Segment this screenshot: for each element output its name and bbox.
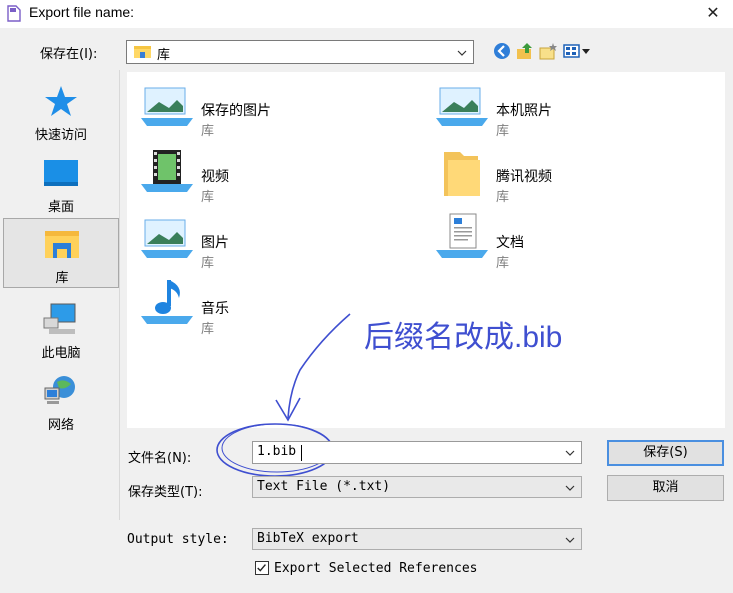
file-type: 库 (201, 124, 215, 139)
output-style-label: Output style: (127, 532, 229, 547)
filename-label: 文件名(N): (128, 451, 192, 466)
file-name: 腾讯视频 (496, 169, 552, 185)
file-type: 库 (496, 190, 510, 205)
close-icon: ✕ (706, 3, 720, 22)
annotation-text: 后缀名改成.bib (364, 321, 563, 354)
file-name: 保存的图片 (201, 103, 271, 119)
filetype-label: 保存类型(T): (128, 485, 203, 500)
export-selected-checkbox[interactable] (255, 561, 269, 575)
filetype-dropdown[interactable]: Text File (*.txt) (252, 476, 582, 498)
desktop-icon (44, 160, 78, 186)
list-item[interactable]: 腾讯视频 库 (426, 142, 706, 205)
chevron-down-icon (565, 537, 575, 543)
list-item[interactable]: 视频 库 (131, 142, 411, 205)
place-network[interactable]: 网络 (3, 366, 119, 436)
file-type: 库 (201, 190, 215, 205)
place-label: 网络 (47, 418, 74, 433)
back-icon[interactable] (492, 41, 512, 61)
library-icon (45, 231, 79, 258)
documents-library-icon (436, 213, 488, 258)
file-type: 库 (201, 256, 215, 271)
chevron-down-icon (457, 50, 467, 56)
place-quick-access[interactable]: 快速访问 (3, 76, 119, 146)
file-name: 视频 (201, 169, 229, 185)
cancel-button[interactable]: 取消 (607, 475, 724, 501)
file-type: 库 (496, 256, 510, 271)
chevron-down-icon[interactable] (565, 448, 575, 458)
view-menu-icon[interactable] (562, 41, 592, 61)
places-bar: 快速访问 桌面 库 此电脑 网络 (3, 70, 120, 520)
pictures-library-icon (141, 87, 193, 126)
output-style-dropdown[interactable]: BibTeX export (252, 528, 582, 550)
file-name: 音乐 (201, 301, 229, 317)
list-item[interactable]: 文档 库 (426, 208, 706, 271)
file-type: 库 (496, 124, 510, 139)
list-item[interactable]: 本机照片 库 (426, 76, 706, 139)
file-name: 图片 (201, 235, 229, 251)
window-title: Export file name: (29, 4, 135, 20)
list-item[interactable]: 图片 库 (131, 208, 411, 271)
place-label: 快速访问 (34, 128, 87, 143)
network-icon (44, 376, 75, 404)
chevron-down-icon (565, 485, 575, 491)
list-item[interactable]: 保存的图片 库 (131, 76, 411, 139)
videos-library-icon (141, 150, 193, 192)
filename-value: 1.bib (257, 444, 297, 459)
pictures-library-icon (436, 87, 488, 126)
up-folder-icon[interactable] (515, 41, 535, 61)
folder-icon (444, 152, 480, 196)
checkmark-icon (257, 564, 266, 572)
app-document-icon (7, 5, 21, 22)
pictures-library-icon (141, 219, 193, 258)
close-button[interactable]: ✕ (703, 4, 723, 22)
new-folder-icon[interactable] (538, 41, 558, 61)
save-in-value: 库 (157, 48, 171, 63)
save-in-dropdown[interactable]: 库 (126, 40, 474, 64)
text-cursor (301, 445, 302, 461)
file-type: 库 (201, 322, 215, 337)
file-list[interactable]: 保存的图片 库 本机照片 库 视频 库 腾讯视频 库 图片 库 文档 库 音乐 … (127, 72, 725, 428)
export-selected-label[interactable]: Export Selected References (274, 561, 478, 576)
place-desktop[interactable]: 桌面 (3, 148, 119, 218)
computer-icon (43, 303, 76, 334)
save-button[interactable]: 保存(S) (607, 440, 724, 466)
library-folder-icon (134, 46, 151, 58)
output-style-value: BibTeX export (257, 531, 359, 546)
place-label: 桌面 (47, 200, 74, 215)
place-label: 此电脑 (41, 346, 81, 361)
place-libraries[interactable]: 库 (3, 218, 119, 288)
file-name: 文档 (496, 235, 524, 251)
filename-input[interactable]: 1.bib (252, 441, 582, 464)
file-name: 本机照片 (496, 103, 552, 119)
music-library-icon (141, 280, 193, 324)
place-label: 库 (55, 271, 69, 286)
title-bar: Export file name: ✕ (0, 0, 733, 28)
star-icon (45, 86, 77, 116)
filetype-value: Text File (*.txt) (257, 479, 391, 494)
place-this-pc[interactable]: 此电脑 (3, 294, 119, 364)
save-in-label: 保存在(I): (40, 47, 98, 62)
